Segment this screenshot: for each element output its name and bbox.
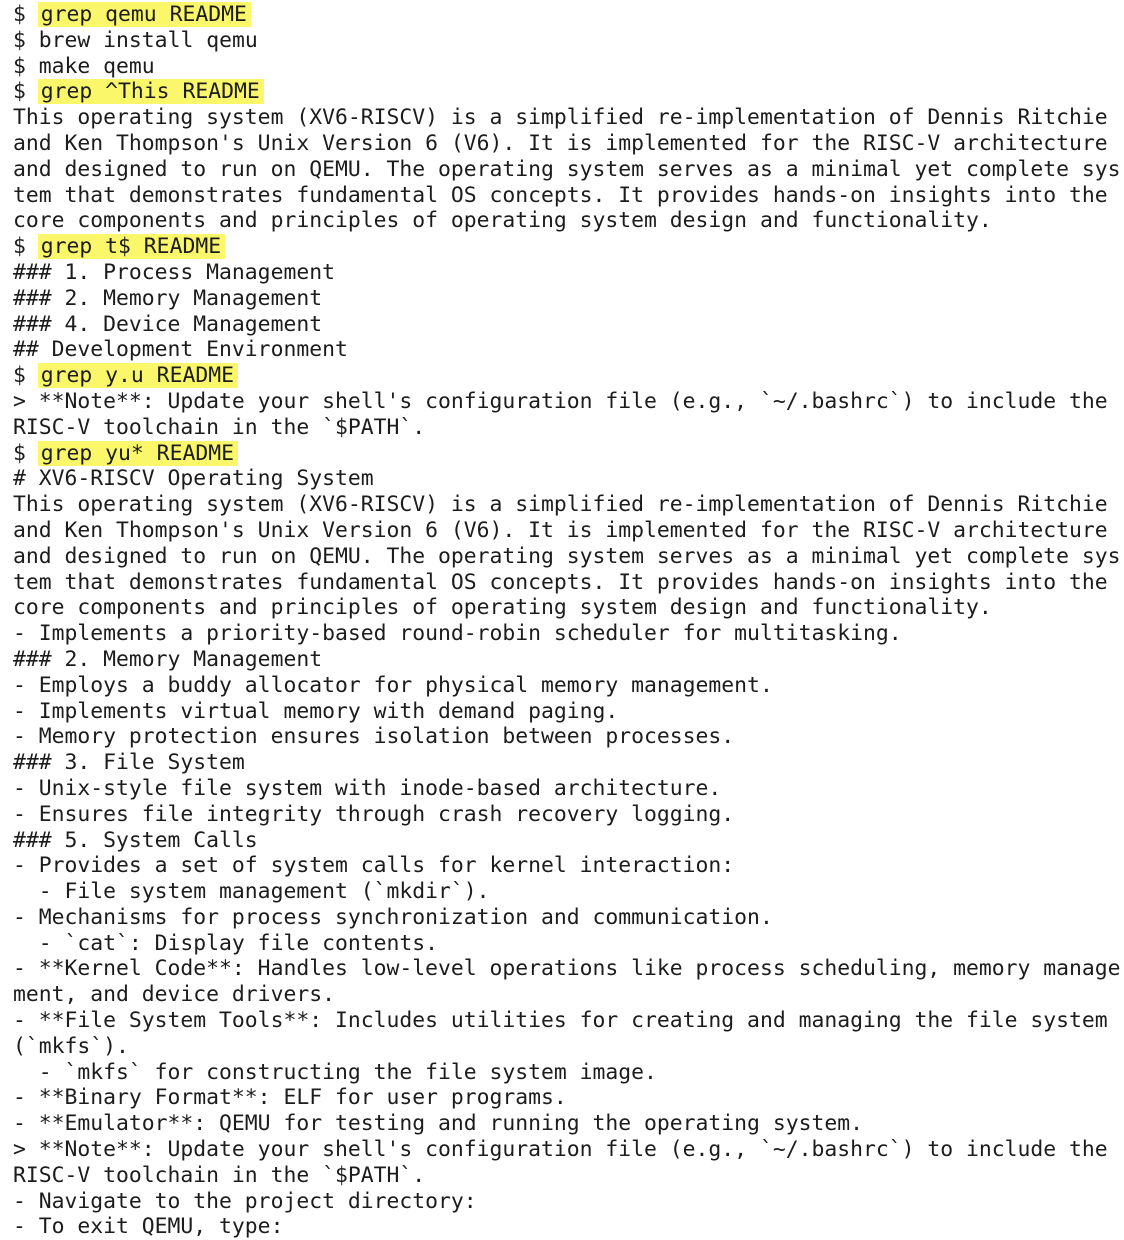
output-line: > **Note**: Update your shell's configur… (13, 1137, 1108, 1163)
output-line: ### 3. File System (13, 750, 245, 776)
output-line: - Employs a buddy allocator for physical… (13, 672, 773, 698)
output-line: - Mechanisms for process synchronization… (13, 904, 773, 930)
output-line: core components and principles of operat… (13, 595, 992, 621)
output-line: This operating system (XV6-RISCV) is a s… (13, 492, 1108, 518)
output-line: and designed to run on QEMU. The operati… (13, 156, 1121, 182)
output-line: RISC-V toolchain in the `$PATH`. (13, 1162, 426, 1188)
output-line: - Provides a set of system calls for ker… (13, 853, 735, 879)
output-line: - `cat`: Display file contents. (13, 930, 438, 956)
output-line: - Implements virtual memory with demand … (13, 698, 619, 724)
output-line: tem that demonstrates fundamental OS con… (13, 569, 1108, 595)
output-line: This operating system (XV6-RISCV) is a s… (13, 105, 1108, 131)
output-line: > **Note**: Update your shell's configur… (13, 388, 1108, 414)
output-line: - **File System Tools**: Includes utilit… (13, 1008, 1108, 1034)
output-line: - To exit QEMU, type: (13, 1214, 284, 1240)
output-line: RISC-V toolchain in the `$PATH`. (13, 414, 426, 440)
output-line: ment, and device drivers. (13, 982, 335, 1008)
command-line: $ grep yu* README (13, 440, 1124, 467)
highlighted-command: grep yu* README (37, 440, 238, 466)
command-line: $ grep t$ README (13, 234, 1124, 260)
shell-prompt: $ (13, 27, 26, 53)
command-text: make qemu (38, 53, 155, 79)
shell-prompt: $ (13, 2, 26, 27)
highlighted-command: grep t$ README (37, 234, 226, 260)
output-line: ### 5. System Calls (13, 827, 258, 853)
output-line: ### 4. Device Management (13, 311, 323, 337)
output-line: tem that demonstrates fundamental OS con… (13, 182, 1108, 208)
output-line: ### 1. Process Management (13, 259, 335, 285)
output-line: ## Development Environment (13, 337, 348, 363)
output-line: ### 2. Memory Management (13, 285, 323, 311)
output-line: - Ensures file integrity through crash r… (13, 801, 735, 827)
output-line: and Ken Thompson's Unix Version 6 (V6). … (13, 517, 1108, 543)
output-line: (`mkfs`). (13, 1033, 129, 1059)
command-line: $ grep y.u README (13, 363, 1124, 389)
output-line: - **Emulator**: QEMU for testing and run… (13, 1111, 863, 1137)
highlighted-command: grep y.u README (37, 363, 238, 389)
shell-prompt: $ (13, 79, 26, 105)
highlighted-command: grep qemu README (37, 2, 251, 27)
output-line: and designed to run on QEMU. The operati… (13, 543, 1121, 569)
command-line: $ brew install qemu (13, 28, 1124, 54)
output-line: - Unix-style file system with inode-base… (13, 775, 722, 801)
command-line: $ grep qemu README (13, 2, 1124, 28)
output-line: - Navigate to the project directory: (13, 1188, 477, 1214)
output-line: - **Kernel Code**: Handles low-level ope… (13, 956, 1121, 982)
output-line: # XV6-RISCV Operating System (13, 466, 374, 492)
output-line: - `mkfs` for constructing the file syste… (13, 1059, 657, 1085)
command-line: $ grep ^This README (13, 79, 1124, 105)
output-line: ### 2. Memory Management (13, 646, 323, 672)
highlighted-command: grep ^This README (37, 79, 264, 105)
terminal-output[interactable]: $ grep qemu README $ brew install qemu $ m… (13, 2, 1124, 1240)
shell-prompt: $ (13, 440, 26, 466)
output-line: core components and principles of operat… (13, 208, 992, 234)
command-line: $ make qemu (13, 54, 1124, 80)
output-line: - Implements a priority-based round-robi… (13, 621, 902, 647)
output-line: and Ken Thompson's Unix Version 6 (V6). … (13, 130, 1108, 156)
output-line: - **Binary Format**: ELF for user progra… (13, 1085, 567, 1111)
command-text: brew install qemu (38, 27, 258, 53)
shell-prompt: $ (13, 234, 26, 260)
shell-prompt: $ (13, 363, 26, 389)
output-line: - Memory protection ensures isolation be… (13, 724, 735, 750)
output-line: - File system management (`mkdir`). (13, 879, 490, 905)
shell-prompt: $ (13, 53, 26, 79)
